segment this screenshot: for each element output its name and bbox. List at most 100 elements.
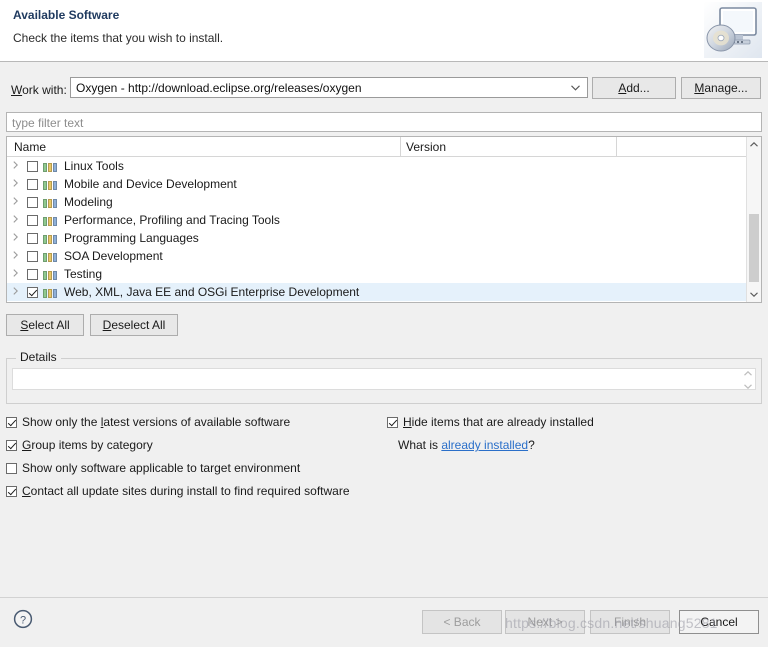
chevron-right-icon[interactable] [13,211,27,229]
row-checkbox[interactable] [27,268,38,280]
checkbox-label: Show only software applicable to target … [22,461,301,475]
svg-text:?: ? [20,614,26,626]
checkbox-group-by-category[interactable]: Group items by category [6,438,153,452]
work-with-combo[interactable]: Oxygen - http://download.eclipse.org/rel… [70,77,588,98]
table-row[interactable]: Mobile and Device Development [7,175,761,193]
table-row[interactable]: Modeling [7,193,761,211]
add-button-label: dd... [626,81,650,95]
chevron-down-icon[interactable] [567,78,583,97]
table-row[interactable]: Testing [7,265,761,283]
table-row[interactable]: Linux Tools [7,157,761,175]
back-button[interactable]: < Back [422,610,502,634]
back-button-label: ack [461,615,481,629]
table-row[interactable]: SOA Development [7,247,761,265]
help-question-icon[interactable]: ? [13,609,33,629]
row-checkbox[interactable] [27,178,38,190]
work-with-label: Work with: [11,83,67,97]
checkbox-box[interactable] [6,462,17,474]
row-label: Performance, Profiling and Tracing Tools [64,213,280,227]
details-scroll-up-icon [744,371,752,376]
checkbox-show-latest-versions[interactable]: Show only the latest versions of availab… [6,415,290,429]
checkbox-box[interactable] [6,416,17,428]
column-divider-2 [616,137,617,156]
column-header-name[interactable]: Name [14,140,46,154]
deselect-all-button[interactable]: Deselect All [90,314,178,336]
scrollbar-thumb[interactable] [749,214,759,282]
category-bars-icon [43,287,59,298]
category-bars-icon [43,269,59,280]
row-label: Programming Languages [64,231,199,245]
row-label: Modeling [64,195,113,209]
available-software-tree[interactable]: Name Version Linux Tools Mobile and Devic… [6,136,762,303]
row-checkbox[interactable] [27,160,38,172]
row-label: Linux Tools [64,159,124,173]
work-with-label-text: ork with: [22,83,67,97]
install-monitor-disc-icon [704,2,762,58]
deselect-all-mnemonic: D [102,318,112,332]
filter-placeholder: type filter text [12,116,84,130]
cancel-button[interactable]: Cancel [679,610,759,634]
chevron-right-icon[interactable] [13,175,27,193]
next-button-label: ext > [536,615,563,629]
row-checkbox[interactable] [27,232,38,244]
row-checkbox[interactable] [27,214,38,226]
select-all-button[interactable]: Select All [6,314,84,336]
chevron-right-icon[interactable] [13,229,27,247]
chevron-right-icon[interactable] [13,157,27,175]
details-scroll-down-icon [744,384,752,389]
finish-button[interactable]: Finish [590,610,670,634]
table-row[interactable]: Performance, Profiling and Tracing Tools [7,211,761,229]
tree-rows: Linux Tools Mobile and Device Development… [7,157,761,303]
what-is-suffix: ? [528,438,535,452]
checkbox-label: Contact all update sites during install … [22,484,350,498]
finish-button-label: inish [621,615,647,629]
checkbox-contact-update-sites[interactable]: Contact all update sites during install … [6,484,350,498]
chevron-right-icon[interactable] [13,247,27,265]
next-button-prefix: N [527,615,537,629]
next-button[interactable]: Next > [505,610,585,634]
page-title: Available Software [13,8,120,22]
checkbox-label: Hide items that are already installed [403,415,594,429]
category-bars-icon [43,161,59,172]
row-checkbox[interactable] [27,286,38,298]
category-bars-icon [43,215,59,226]
page-subtitle: Check the items that you wish to install… [13,31,224,45]
what-is-already-installed: What is already installed? [398,438,535,452]
row-label: Web, XML, Java EE and OSGi Enterprise De… [64,285,360,299]
chevron-right-icon[interactable] [13,283,27,301]
cancel-button-label: ancel [708,615,738,629]
checkbox-target-environment[interactable]: Show only software applicable to target … [6,461,300,475]
category-bars-icon [43,197,59,208]
details-group-title: Details [16,350,61,364]
already-installed-link[interactable]: already installed [441,438,528,452]
checkbox-box[interactable] [387,416,398,428]
table-row[interactable]: Web, XML, Java EE and OSGi Enterprise De… [7,283,761,301]
checkbox-label: Show only the latest versions of availab… [22,415,291,429]
filter-input[interactable]: type filter text [6,112,762,132]
scroll-down-arrow-icon[interactable] [747,287,761,302]
chevron-right-icon[interactable] [13,193,27,211]
row-label: Mobile and Device Development [64,177,237,191]
category-bars-icon [43,233,59,244]
manage-button-mnemonic: M [694,81,705,95]
category-bars-icon [43,251,59,262]
table-row[interactable]: Programming Languages [7,229,761,247]
details-scroll-arrows[interactable] [743,371,753,389]
work-with-mnemonic: W [11,83,23,97]
row-label: SOA Development [64,249,163,263]
manage-button-label: anage... [704,81,748,95]
row-checkbox[interactable] [27,196,38,208]
checkbox-hide-installed[interactable]: Hide items that are already installed [387,415,594,429]
scroll-up-arrow-icon[interactable] [747,137,761,152]
category-bars-icon [43,179,59,190]
deselect-all-label: eselect All [111,318,166,332]
tree-scrollbar[interactable] [746,137,761,302]
column-header-version[interactable]: Version [406,140,446,154]
row-checkbox[interactable] [27,250,38,262]
checkbox-box[interactable] [6,439,17,451]
chevron-right-icon[interactable] [13,265,27,283]
add-button[interactable]: Add... [592,77,676,99]
checkbox-box[interactable] [6,485,17,497]
manage-button[interactable]: Manage... [681,77,761,99]
details-text-area[interactable] [12,368,756,390]
